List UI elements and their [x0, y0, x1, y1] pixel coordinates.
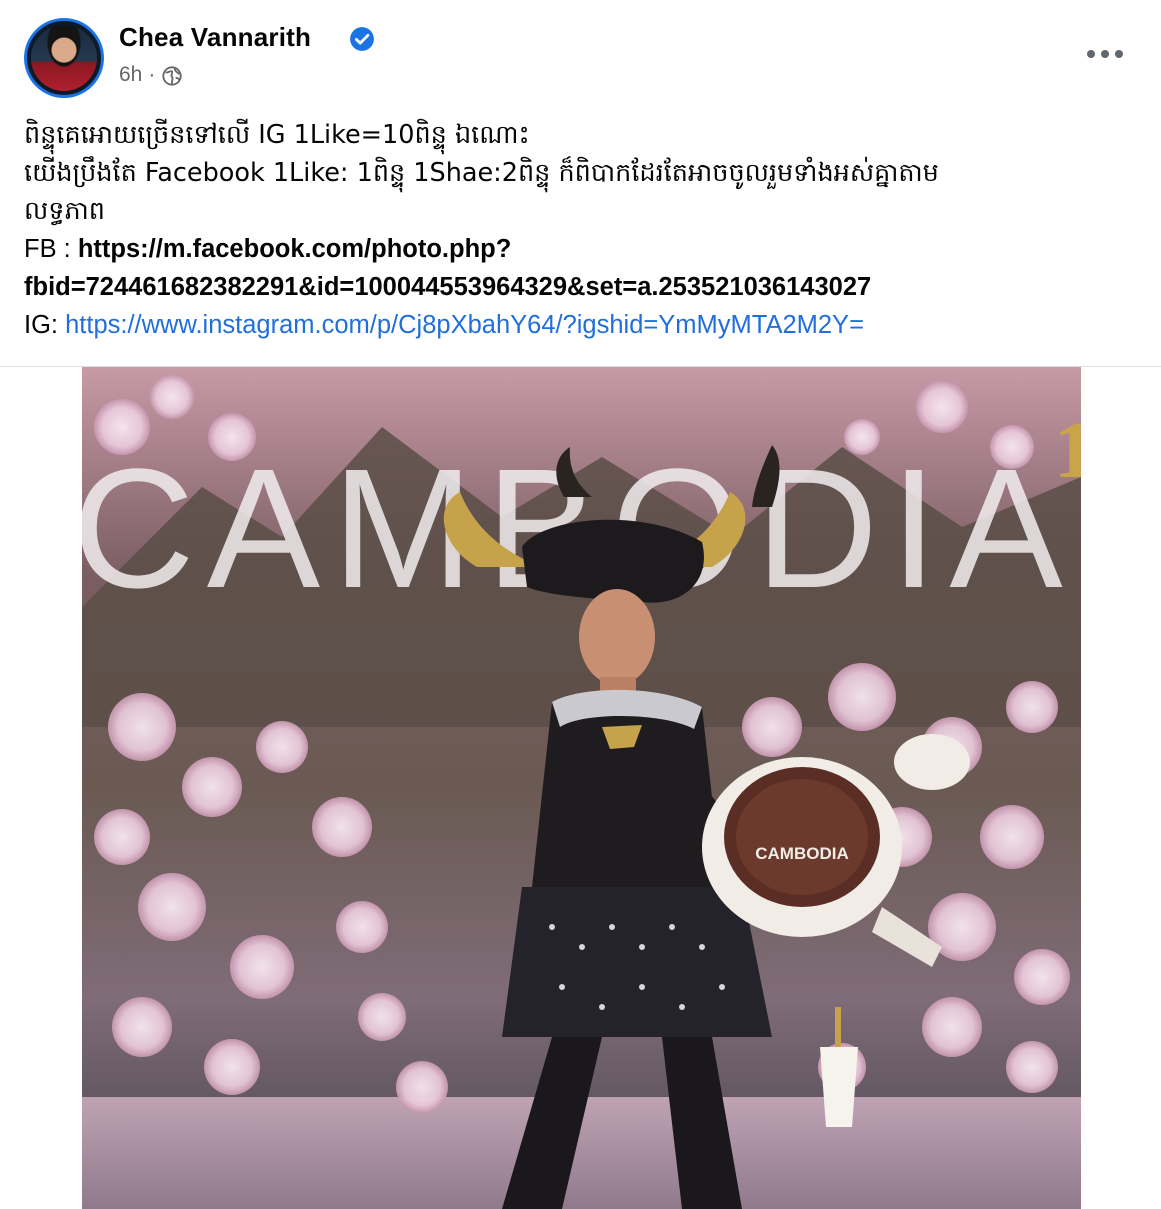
meta-separator: · [148, 63, 156, 86]
photo-illustration: CAMBODIA 10 [82, 367, 1081, 1209]
post-text-line: លទ្ធភាព [24, 196, 105, 226]
post-header: Chea Vannarith 6h · [0, 0, 1161, 110]
post-text-line: យើងប្រឹងតែ Facebook 1Like: 1ពិន្ទុ 1Shae… [24, 158, 939, 188]
post-timestamp[interactable]: 6h [119, 63, 142, 87]
fb-link-continued[interactable]: fbid=724461682382291&id=100044553964329&… [24, 268, 1144, 306]
more-dot [1087, 50, 1095, 58]
more-options-button[interactable] [1087, 44, 1123, 64]
post-text-line: ពិន្ទុគេអោយច្រើនទៅលើ IG 1Like=10ពិន្ទុ ឯ… [24, 120, 530, 150]
post-photo[interactable]: CAMBODIA 10 [82, 367, 1081, 1209]
author-name[interactable]: Chea Vannarith [119, 22, 311, 53]
pot-label: CAMBODIA [755, 844, 849, 863]
post-body: ពិន្ទុគេអោយច្រើនទៅលើ IG 1Like=10ពិន្ទុ ឯ… [24, 116, 1144, 344]
fb-link[interactable]: https://m.facebook.com/photo.php? [78, 235, 511, 263]
verified-badge-icon [350, 27, 374, 51]
ig-link-row: IG: https://www.instagram.com/p/Cj8pXbah… [24, 306, 1144, 344]
globe-icon[interactable] [161, 65, 183, 87]
avatar-image [31, 25, 97, 91]
fb-label: FB : [24, 235, 78, 263]
more-dot [1115, 50, 1123, 58]
author-avatar[interactable] [24, 18, 104, 98]
ig-link[interactable]: https://www.instagram.com/p/Cj8pXbahY64/… [65, 311, 864, 339]
fb-link-row: FB : https://m.facebook.com/photo.php? [24, 230, 1144, 268]
corner-number: 10 [1054, 407, 1081, 495]
facebook-post: Chea Vannarith 6h · ពិន្ទុគេអោយច្រើនទៅលើ… [0, 0, 1161, 1209]
ig-label: IG: [24, 311, 66, 339]
more-dot [1101, 50, 1109, 58]
post-meta: 6h · [119, 63, 183, 87]
